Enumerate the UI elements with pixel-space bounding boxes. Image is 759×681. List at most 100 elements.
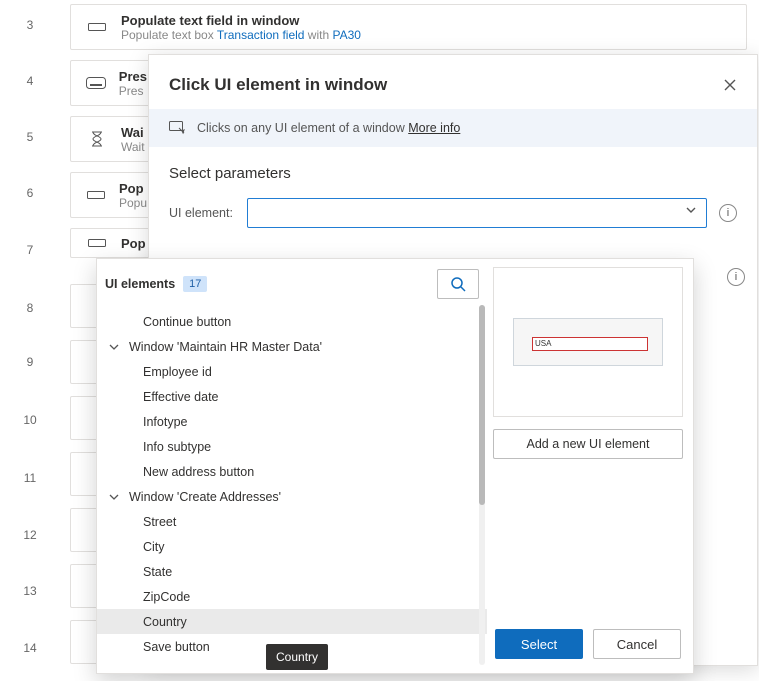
tree-item-label: Employee id <box>143 365 212 379</box>
action-row-populate-2[interactable]: Pop <box>70 228 160 258</box>
step-number: 10 <box>0 413 60 427</box>
preview-highlighted-field: USA <box>532 337 648 351</box>
tree-title: UI elements <box>105 277 175 291</box>
ui-element-dropdown-panel: UI elements 17 Continue button Window 'Ma… <box>96 258 694 674</box>
tree-item-label: City <box>143 540 165 554</box>
tree-item[interactable]: State <box>97 559 487 584</box>
value-pill: PA30 <box>332 28 360 42</box>
action-title: Populate text field in window <box>121 13 361 28</box>
tree-group[interactable]: Window 'Create Addresses' <box>97 484 487 509</box>
dialog-header: Click UI element in window <box>149 55 757 109</box>
tree-scrollbar[interactable] <box>479 305 485 665</box>
preview-column: USA Add a new UI element Select Cancel <box>487 259 693 673</box>
chevron-down-icon <box>686 207 696 213</box>
ui-element-label: UI element: <box>169 206 235 220</box>
scrollbar-thumb[interactable] <box>479 305 485 505</box>
step-number: 14 <box>0 641 60 655</box>
tree-item[interactable]: Country <box>97 609 487 634</box>
action-text: Pres Pres <box>119 69 147 98</box>
tree-header: UI elements 17 <box>97 259 487 309</box>
info-icon[interactable]: i <box>727 268 745 286</box>
tree-group-label: Window 'Create Addresses' <box>129 490 281 504</box>
tree-item[interactable]: Street <box>97 509 487 534</box>
tree-group[interactable]: Window 'Maintain HR Master Data' <box>97 334 487 359</box>
tree-body[interactable]: Continue button Window 'Maintain HR Maste… <box>97 309 487 673</box>
action-row-press[interactable]: Pres Pres <box>70 60 160 106</box>
action-title: Wai <box>121 125 145 140</box>
tree-item-label: Street <box>143 515 176 529</box>
ui-element-select[interactable] <box>247 198 707 228</box>
action-title: Pop <box>121 236 146 251</box>
text-field-icon <box>83 229 111 257</box>
cancel-button[interactable]: Cancel <box>593 629 681 659</box>
tree-item-label: Save button <box>143 640 210 654</box>
text-field-icon <box>83 181 109 209</box>
step-number: 9 <box>0 355 60 369</box>
close-icon[interactable] <box>723 78 737 92</box>
tree-item[interactable]: New address button <box>97 459 487 484</box>
tree-item[interactable]: City <box>97 534 487 559</box>
preview-image: USA <box>513 318 663 366</box>
action-text: Pop <box>121 236 146 251</box>
step-number: 12 <box>0 528 60 542</box>
tree-item-label: Effective date <box>143 390 219 404</box>
step-number: 8 <box>0 301 60 315</box>
action-row-populate-text[interactable]: Populate text field in window Populate t… <box>70 4 747 50</box>
info-text: Clicks on any UI element of a window Mor… <box>197 121 460 135</box>
action-subtitle: Pres <box>119 84 147 98</box>
select-button[interactable]: Select <box>495 629 583 659</box>
info-band: Clicks on any UI element of a window Mor… <box>149 109 757 147</box>
tree-item[interactable]: Continue button <box>97 309 487 334</box>
info-icon[interactable]: i <box>719 204 737 222</box>
step-number: 13 <box>0 584 60 598</box>
dropdown-footer: Select Cancel <box>493 629 683 663</box>
chevron-down-icon <box>109 344 125 350</box>
action-title: Pop <box>119 181 147 196</box>
element-count-badge: 17 <box>183 276 207 292</box>
tree-item-label: Country <box>143 615 187 629</box>
click-icon <box>169 121 187 135</box>
tree-item[interactable]: Info subtype <box>97 434 487 459</box>
text-field-icon <box>83 13 111 41</box>
action-subtitle: Populate text box Transaction field with… <box>121 28 361 42</box>
action-subtitle: Popu <box>119 196 147 210</box>
add-ui-element-button[interactable]: Add a new UI element <box>493 429 683 459</box>
action-text: Wai Wait <box>121 125 145 154</box>
search-button[interactable] <box>437 269 479 299</box>
step-number: 3 <box>0 18 60 32</box>
tree-item-label: Continue button <box>143 315 231 329</box>
ui-element-param-row: UI element: i <box>149 192 757 242</box>
action-row-populate[interactable]: Pop Popu <box>70 172 160 218</box>
search-icon <box>450 276 466 292</box>
field-link[interactable]: Transaction field <box>217 28 305 42</box>
select-parameters-title: Select parameters <box>149 147 757 192</box>
tree-item[interactable]: Effective date <box>97 384 487 409</box>
action-title: Pres <box>119 69 147 84</box>
hourglass-icon <box>83 125 111 153</box>
step-number-gutter: 3 4 5 6 7 8 9 10 11 12 13 14 <box>0 0 60 681</box>
step-number: 6 <box>0 186 60 200</box>
chevron-down-icon <box>109 494 125 500</box>
preview-box: USA <box>493 267 683 417</box>
action-subtitle: Wait <box>121 140 145 154</box>
tree-item-label: Info subtype <box>143 440 211 454</box>
action-row-wait[interactable]: Wai Wait <box>70 116 160 162</box>
action-text: Pop Popu <box>119 181 147 210</box>
step-number: 4 <box>0 74 60 88</box>
tree-item[interactable]: Infotype <box>97 409 487 434</box>
step-number: 11 <box>0 471 60 485</box>
tooltip: Country <box>266 644 328 670</box>
step-number: 7 <box>0 243 60 257</box>
tree-item-label: Infotype <box>143 415 187 429</box>
more-info-link[interactable]: More info <box>408 121 460 135</box>
dialog-title: Click UI element in window <box>169 75 387 95</box>
tree-item[interactable]: ZipCode <box>97 584 487 609</box>
tree-item-label: State <box>143 565 172 579</box>
action-text: Populate text field in window Populate t… <box>121 13 361 42</box>
step-number: 5 <box>0 130 60 144</box>
keyboard-icon <box>83 69 109 97</box>
tree-item-label: New address button <box>143 465 254 479</box>
tree-item-label: ZipCode <box>143 590 190 604</box>
ui-element-tree: UI elements 17 Continue button Window 'Ma… <box>97 259 487 673</box>
tree-item[interactable]: Employee id <box>97 359 487 384</box>
